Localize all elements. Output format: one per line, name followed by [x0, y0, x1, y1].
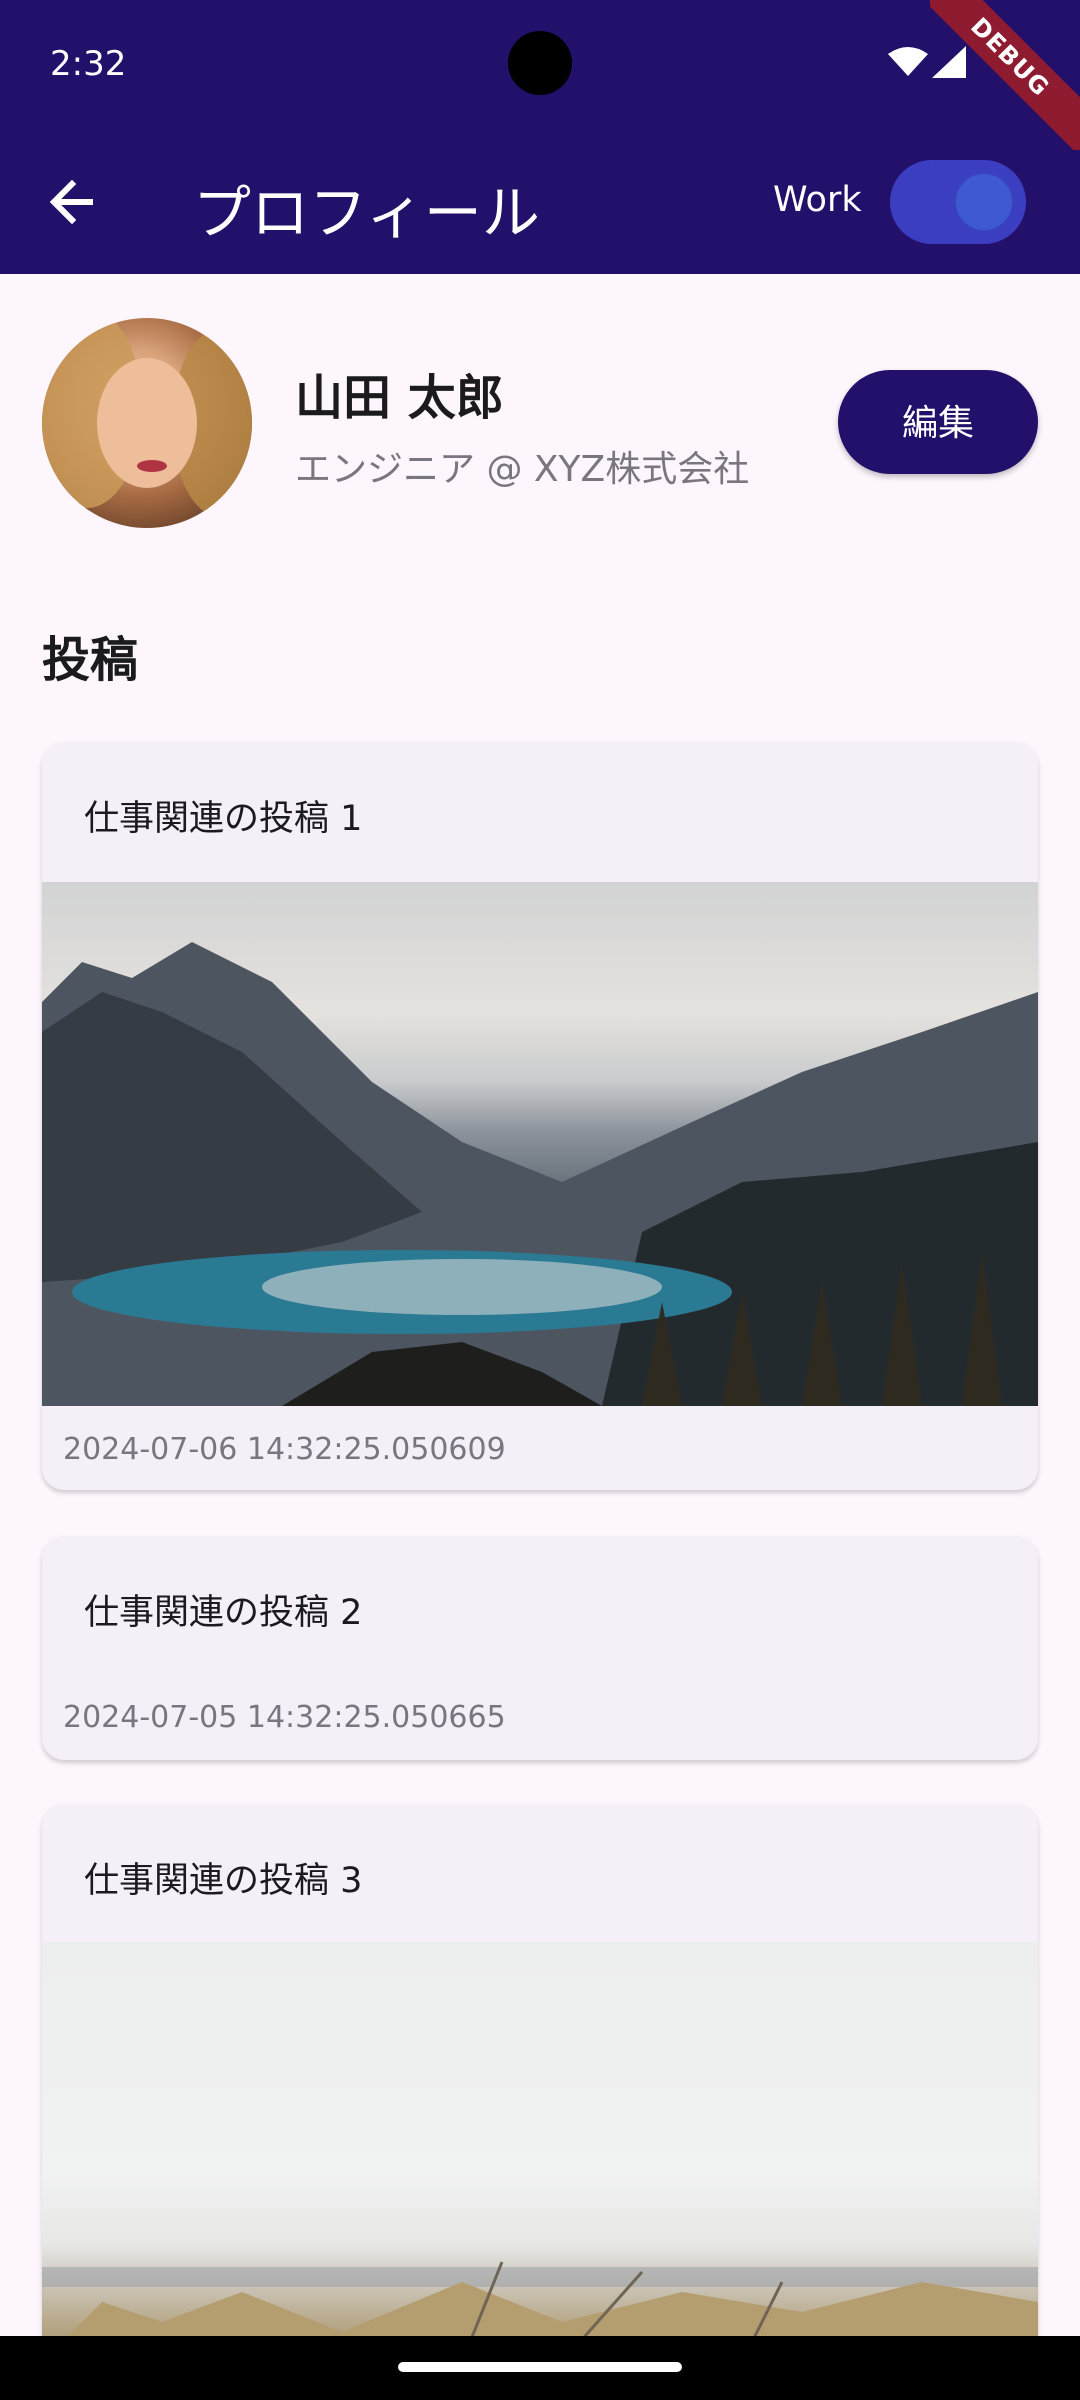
- debug-label: DEBUG: [930, 0, 1080, 150]
- switch-knob: [956, 174, 1012, 230]
- post-timestamp: 2024-07-06 14:32:25.050609: [63, 1432, 506, 1467]
- wifi-icon: [888, 47, 928, 76]
- post-image: [42, 882, 1038, 1406]
- post-card[interactable]: 仕事関連の投稿 2 2024-07-05 14:32:25.050665: [42, 1536, 1038, 1760]
- page-title: プロフィール: [193, 179, 540, 247]
- post-image: [42, 1942, 1038, 2363]
- debug-banner: DEBUG: [930, 0, 1080, 150]
- post-card[interactable]: 仕事関連の投稿 1 2024-07-06 14:32:25.050609: [42, 742, 1038, 1490]
- status-time: 2:32: [50, 44, 127, 84]
- work-toggle-switch[interactable]: [890, 160, 1026, 244]
- post-title: 仕事関連の投稿 3: [84, 1861, 363, 1901]
- work-toggle-label: Work: [773, 180, 862, 220]
- home-gesture-handle[interactable]: [398, 2362, 682, 2372]
- posts-section-title: 投稿: [42, 632, 139, 688]
- post-title: 仕事関連の投稿 1: [84, 799, 363, 839]
- avatar-lips: [137, 460, 167, 472]
- post-title: 仕事関連の投稿 2: [84, 1593, 363, 1633]
- user-name: 山田 太郎: [295, 370, 504, 426]
- avatar: [42, 318, 252, 528]
- camera-cutout: [508, 31, 572, 95]
- mountain-lake-photo: [42, 942, 1038, 1406]
- user-role: エンジニア @ XYZ株式会社: [295, 449, 750, 490]
- beach-grass-photo: [42, 2261, 1038, 2363]
- post-card[interactable]: 仕事関連の投稿 3: [42, 1804, 1038, 2364]
- post-timestamp: 2024-07-05 14:32:25.050665: [63, 1700, 506, 1735]
- edit-profile-button[interactable]: 編集: [838, 370, 1038, 474]
- back-arrow-icon[interactable]: [44, 172, 104, 232]
- app-bar: 2:32 DEBUG プロフィール Work: [0, 0, 1080, 274]
